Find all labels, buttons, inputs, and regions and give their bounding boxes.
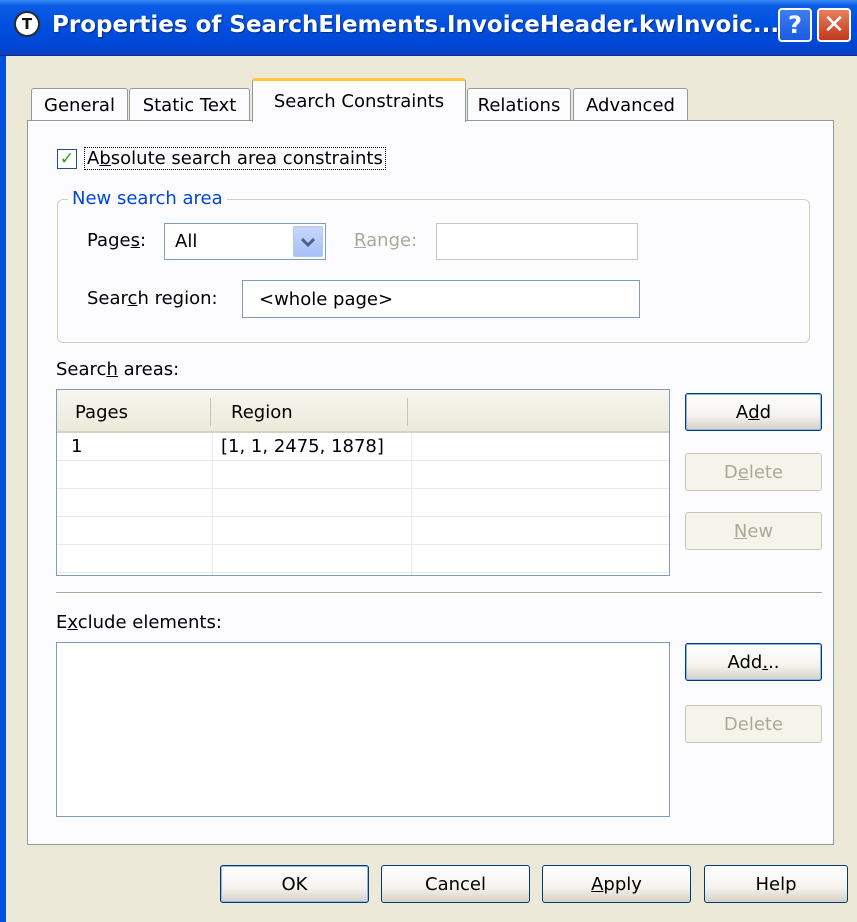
add-exclude-element-button[interactable]: Add... [685,643,822,681]
chevron-down-icon[interactable] [293,226,323,257]
search-areas-list[interactable]: Pages Region 1 [1, 1, 2475, 1878] [56,389,670,576]
list-header: Pages Region [57,390,669,433]
ok-button[interactable]: OK [220,865,369,903]
tab-search-constraints[interactable]: Search Constraints [252,78,466,122]
absolute-constraints-checkbox[interactable]: ✓ [57,149,77,169]
exclude-elements-list[interactable] [56,642,670,817]
app-icon: T [14,11,40,37]
add-search-area-button[interactable]: Add [685,393,822,431]
cell-region: [1, 1, 2475, 1878] [221,436,384,457]
search-region-value: <whole page> [259,289,394,310]
delete-exclude-element-button[interactable]: Delete [685,705,822,743]
close-window-button[interactable]: ✕ [817,8,851,42]
pages-dropdown-value: All [175,231,198,252]
cancel-button[interactable]: Cancel [381,865,530,903]
tab-advanced[interactable]: Advanced [573,88,688,121]
pages-label: Pages: [87,230,147,251]
table-row-empty [57,461,669,489]
tab-relations[interactable]: Relations [467,88,571,121]
range-label: Range: [354,230,418,251]
group-title: New search area [68,188,227,209]
exclude-elements-label: Exclude elements: [56,612,222,633]
tab-static-text[interactable]: Static Text [129,88,250,121]
table-row-empty [57,489,669,517]
column-header-pages[interactable]: Pages [75,402,128,423]
pages-dropdown[interactable]: All [164,223,326,260]
window-frame [0,56,6,922]
table-row-empty [57,545,669,573]
search-areas-label: Search areas: [56,359,180,380]
table-row-empty [57,517,669,545]
help-title-button[interactable]: ? [778,8,812,42]
column-header-region[interactable]: Region [231,402,293,423]
table-row[interactable]: 1 [1, 1, 2475, 1878] [57,433,669,461]
label-part: solute search area constraints [110,148,383,169]
search-region-label: Search region: [87,288,218,309]
search-region-input[interactable]: <whole page> [242,280,640,318]
label-part: A [87,148,100,169]
column-divider[interactable] [210,398,211,426]
new-search-area-button[interactable]: New [685,512,822,550]
apply-button[interactable]: Apply [542,865,691,903]
help-button[interactable]: Help [704,865,848,903]
new-search-area-group [57,199,810,343]
range-input[interactable] [436,223,638,260]
separator [56,592,822,594]
window-title: Properties of SearchElements.InvoiceHead… [52,12,780,38]
column-divider[interactable] [407,398,408,426]
cell-pages: 1 [71,436,83,457]
delete-search-area-button[interactable]: De lete [685,453,822,491]
tab-general[interactable]: General [31,88,128,121]
absolute-constraints-label[interactable]: Absolute search area constraints [84,147,386,170]
label-mnemonic: b [99,148,111,169]
